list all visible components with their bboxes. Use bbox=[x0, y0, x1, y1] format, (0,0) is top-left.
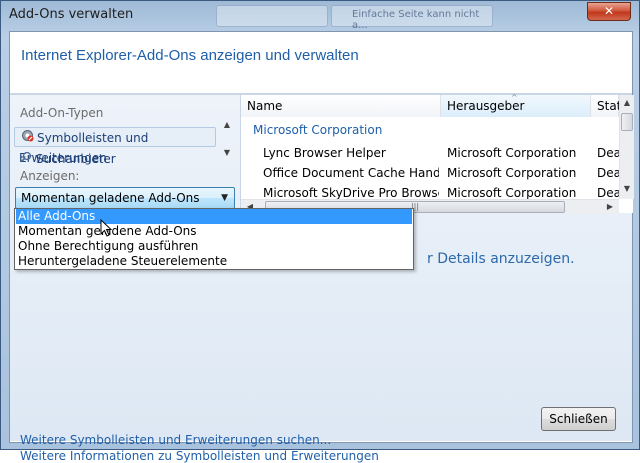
close-button[interactable]: Schließen bbox=[541, 407, 616, 431]
cell-status: Dea bbox=[597, 146, 619, 160]
learn-more-toolbars-link[interactable]: Weitere Informationen zu Symbolleisten u… bbox=[20, 449, 379, 463]
cell-name: Microsoft SkyDrive Pro Browser ... bbox=[263, 186, 439, 199]
find-more-toolbars-link[interactable]: Weitere Symbolleisten und Erweiterungen … bbox=[20, 433, 331, 447]
scroll-up-icon[interactable]: ▲ bbox=[220, 119, 234, 131]
dropdown-option-all[interactable]: Alle Add-Ons bbox=[16, 209, 412, 224]
types-scrollbar[interactable]: ▲ ▼ bbox=[220, 119, 234, 161]
window-close-button[interactable]: ✕ bbox=[587, 2, 631, 21]
cell-status: Dea bbox=[597, 186, 619, 199]
show-label: Anzeigen: bbox=[20, 169, 80, 183]
cell-publisher: Microsoft Corporation bbox=[447, 146, 577, 160]
column-header-publisher[interactable]: Herausgeber ^ bbox=[441, 93, 591, 117]
cell-status: Dea bbox=[597, 166, 619, 180]
background-tab-1 bbox=[216, 5, 328, 27]
background-tab-label: Einfache Seite kann nicht a... bbox=[352, 9, 480, 31]
column-header-name[interactable]: Name bbox=[241, 95, 441, 117]
addon-types-heading: Add-On-Typen bbox=[20, 106, 104, 120]
gear-block-icon bbox=[19, 128, 35, 148]
title-bar[interactable]: Add-Ons verwalten Einfache Seite kann ni… bbox=[1, 1, 639, 31]
page-title: Internet Explorer-Add-Ons anzeigen und v… bbox=[21, 47, 359, 64]
cell-publisher: Microsoft Corporation bbox=[447, 166, 577, 180]
column-header-label: Stat bbox=[597, 99, 622, 113]
show-dropdown-value: Momentan geladene Add-Ons bbox=[21, 191, 200, 205]
cell-publisher: Microsoft Corporation bbox=[447, 186, 577, 199]
search-icon bbox=[18, 149, 34, 169]
cell-name: Office Document Cache Handler bbox=[263, 166, 439, 180]
show-dropdown[interactable]: Momentan geladene Add-Ons ▼ bbox=[15, 187, 235, 209]
show-dropdown-list: Alle Add-Ons Momentan geladene Add-Ons O… bbox=[14, 208, 414, 270]
table-row[interactable]: Lync Browser Helper Microsoft Corporatio… bbox=[241, 143, 619, 163]
dropdown-option-downloaded-controls[interactable]: Heruntergeladene Steuerelemente bbox=[16, 254, 412, 269]
column-header-status[interactable]: Stat bbox=[591, 95, 622, 117]
scroll-down-icon[interactable]: ▼ bbox=[220, 147, 234, 159]
scroll-right-icon[interactable]: ▶ bbox=[603, 201, 617, 213]
addons-window: Add-Ons verwalten Einfache Seite kann ni… bbox=[0, 0, 640, 463]
background-tab-2: Einfache Seite kann nicht a... bbox=[331, 5, 493, 31]
window-title: Add-Ons verwalten bbox=[9, 7, 134, 22]
table-row[interactable]: Office Document Cache Handler Microsoft … bbox=[241, 163, 619, 183]
type-item-search-providers[interactable]: Suchanbieter bbox=[14, 149, 216, 169]
type-item-toolbars[interactable]: Symbolleisten und Erweiterungen bbox=[14, 127, 216, 165]
column-header-label: Name bbox=[247, 99, 283, 113]
scroll-up-icon[interactable]: ▲ bbox=[620, 97, 634, 109]
list-vertical-scrollbar[interactable]: ▲ ▼ bbox=[619, 95, 634, 199]
header: Internet Explorer-Add-Ons anzeigen und v… bbox=[10, 32, 632, 92]
sort-ascending-icon: ^ bbox=[511, 93, 518, 102]
dropdown-option-run-without-permission[interactable]: Ohne Berechtigung ausführen bbox=[16, 239, 412, 254]
chevron-down-icon: ▼ bbox=[221, 193, 228, 203]
addon-types-pane: Add-On-Typen Symbolleisten und Erweiteru… bbox=[10, 95, 240, 211]
table-row[interactable]: Microsoft SkyDrive Pro Browser ... Micro… bbox=[241, 183, 619, 199]
cell-name: Lync Browser Helper bbox=[263, 146, 386, 160]
type-item-label: Suchanbieter bbox=[36, 152, 116, 166]
group-header: Microsoft Corporation bbox=[253, 123, 383, 137]
mouse-cursor-icon bbox=[100, 219, 112, 237]
details-hint-text: r Details anzuzeigen. bbox=[427, 251, 575, 267]
dropdown-option-loaded[interactable]: Momentan geladene Add-Ons bbox=[16, 224, 412, 239]
scrollbar-thumb[interactable] bbox=[621, 113, 633, 131]
scroll-down-icon[interactable]: ▼ bbox=[620, 183, 634, 195]
addon-list: Name Herausgeber ^ Stat Microsoft Corpor… bbox=[240, 93, 634, 214]
